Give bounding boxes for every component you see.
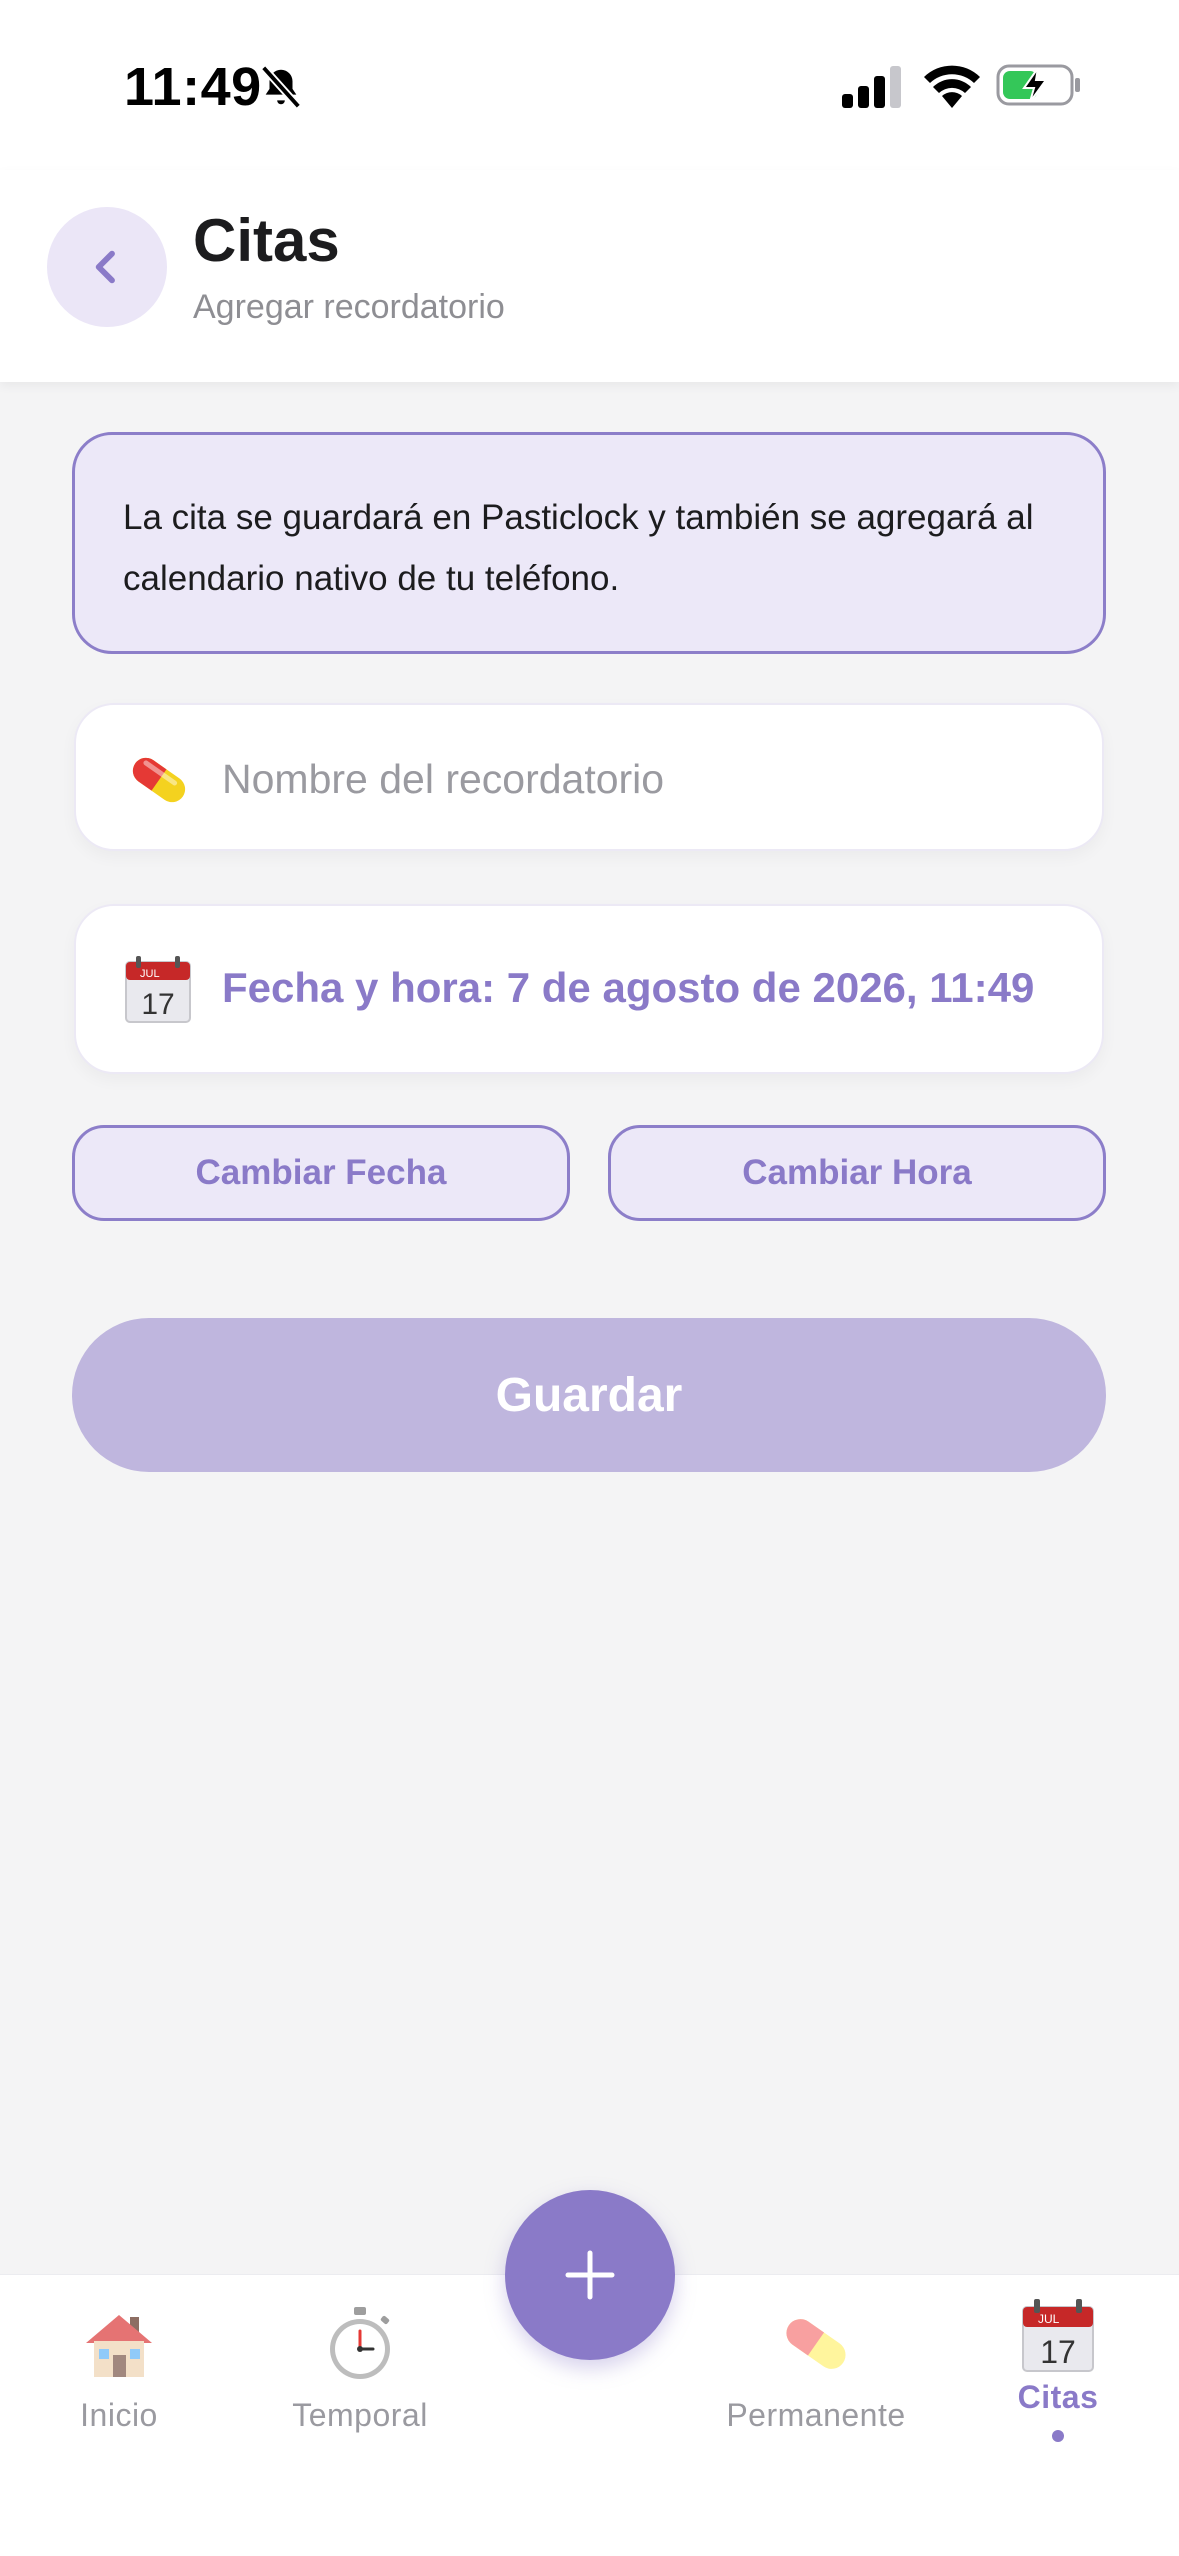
plus-icon xyxy=(565,2250,615,2300)
page-title: Citas xyxy=(193,207,340,274)
tab-label: Permanente xyxy=(726,2397,906,2433)
status-time: 11:49 xyxy=(124,57,262,117)
wifi-icon xyxy=(924,65,980,108)
status-bar: 11:49 xyxy=(0,0,1179,170)
calendar-icon: JUL 17 xyxy=(125,956,191,1023)
calendar-icon: JUL 17 xyxy=(1022,2299,1094,2372)
chevron-left-icon xyxy=(95,250,115,284)
header: Citas Agregar recordatorio xyxy=(0,170,1179,382)
date-time-display: JUL 17 Fecha y hora: 7 de agosto de 2026… xyxy=(74,904,1104,1074)
tab-inicio[interactable]: Inicio xyxy=(9,2305,229,2485)
svg-text:17: 17 xyxy=(141,988,174,1021)
reminder-name-field[interactable] xyxy=(74,703,1104,851)
info-box: La cita se guardará en Pasticlock y tamb… xyxy=(72,432,1106,654)
tab-permanente[interactable]: Permanente xyxy=(706,2305,926,2485)
tab-label: Inicio xyxy=(80,2397,158,2433)
pill-icon xyxy=(786,2319,846,2369)
back-button[interactable] xyxy=(47,207,167,327)
svg-text:17: 17 xyxy=(1040,2334,1076,2370)
tab-label: Temporal xyxy=(292,2397,428,2433)
change-time-button[interactable]: Cambiar Hora xyxy=(608,1125,1106,1221)
battery-charging-icon xyxy=(996,64,1080,106)
tab-label: Citas xyxy=(1017,2379,1099,2415)
cellular-signal-icon xyxy=(842,66,901,108)
svg-text:JUL: JUL xyxy=(1038,2312,1060,2326)
page-subtitle: Agregar recordatorio xyxy=(193,288,505,326)
date-time-text: Fecha y hora: 7 de agosto de 2026, 11:49 xyxy=(222,964,1035,1011)
house-icon xyxy=(86,2315,152,2377)
save-button[interactable]: Guardar xyxy=(72,1318,1106,1472)
stopwatch-icon xyxy=(330,2307,390,2379)
change-date-button[interactable]: Cambiar Fecha xyxy=(72,1125,570,1221)
svg-text:JUL: JUL xyxy=(140,968,160,980)
tab-citas[interactable]: JUL 17 Citas xyxy=(948,2297,1168,2477)
add-button[interactable] xyxy=(505,2190,675,2360)
tab-temporal[interactable]: Temporal xyxy=(250,2305,470,2485)
active-tab-indicator xyxy=(1052,2430,1064,2442)
info-text: La cita se guardará en Pasticlock y tamb… xyxy=(123,498,1034,598)
bell-slash-icon xyxy=(260,65,302,109)
pill-icon xyxy=(132,757,186,803)
reminder-name-input[interactable] xyxy=(222,745,1062,813)
